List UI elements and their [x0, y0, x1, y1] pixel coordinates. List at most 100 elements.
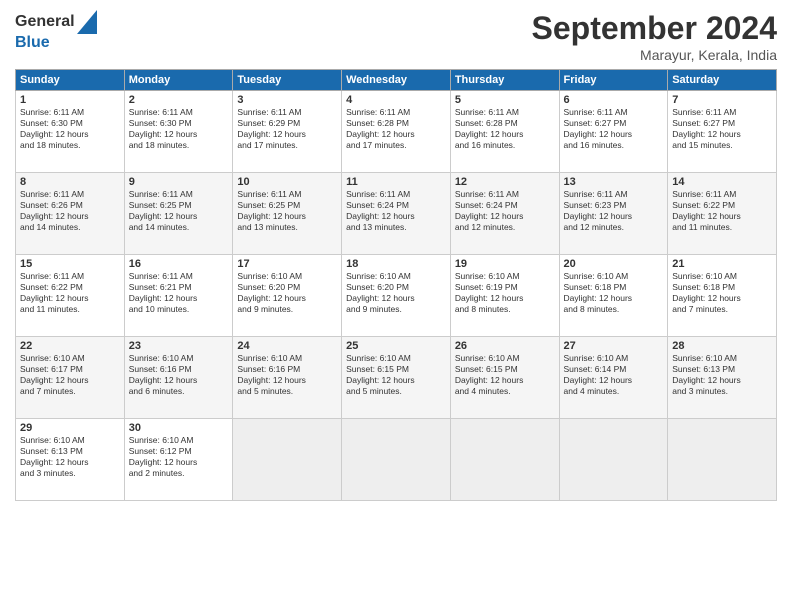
- day-info: Sunrise: 6:11 AM: [20, 189, 120, 200]
- day-info: and 5 minutes.: [237, 386, 337, 397]
- day-info: Daylight: 12 hours: [346, 211, 446, 222]
- day-info: Daylight: 12 hours: [564, 211, 664, 222]
- day-info: Sunrise: 6:10 AM: [672, 271, 772, 282]
- day-info: Sunrise: 6:10 AM: [129, 353, 229, 364]
- day-info: Sunrise: 6:11 AM: [564, 189, 664, 200]
- table-cell: 22Sunrise: 6:10 AMSunset: 6:17 PMDayligh…: [16, 337, 125, 419]
- day-info: Sunrise: 6:11 AM: [564, 107, 664, 118]
- day-info: Sunrise: 6:10 AM: [237, 271, 337, 282]
- day-number: 9: [129, 176, 229, 188]
- day-info: Sunrise: 6:10 AM: [20, 353, 120, 364]
- day-info: Daylight: 12 hours: [672, 129, 772, 140]
- table-cell: 14Sunrise: 6:11 AMSunset: 6:22 PMDayligh…: [668, 173, 777, 255]
- day-info: and 14 minutes.: [20, 222, 120, 233]
- day-info: and 2 minutes.: [129, 468, 229, 479]
- day-info: and 7 minutes.: [672, 304, 772, 315]
- day-number: 28: [672, 340, 772, 352]
- day-info: Sunrise: 6:11 AM: [129, 271, 229, 282]
- day-number: 7: [672, 94, 772, 106]
- day-number: 25: [346, 340, 446, 352]
- day-info: and 4 minutes.: [564, 386, 664, 397]
- day-info: and 10 minutes.: [129, 304, 229, 315]
- day-info: Sunset: 6:18 PM: [672, 282, 772, 293]
- day-info: Sunset: 6:23 PM: [564, 200, 664, 211]
- day-info: Daylight: 12 hours: [672, 293, 772, 304]
- day-info: Sunrise: 6:11 AM: [455, 107, 555, 118]
- day-info: Sunrise: 6:11 AM: [129, 107, 229, 118]
- day-number: 14: [672, 176, 772, 188]
- day-info: Daylight: 12 hours: [564, 375, 664, 386]
- day-info: and 4 minutes.: [455, 386, 555, 397]
- table-cell: 11Sunrise: 6:11 AMSunset: 6:24 PMDayligh…: [342, 173, 451, 255]
- table-cell: 5Sunrise: 6:11 AMSunset: 6:28 PMDaylight…: [450, 91, 559, 173]
- day-info: Sunset: 6:30 PM: [20, 118, 120, 129]
- day-info: Sunset: 6:16 PM: [129, 364, 229, 375]
- day-info: Sunrise: 6:10 AM: [129, 435, 229, 446]
- col-sunday: Sunday: [16, 70, 125, 91]
- day-info: and 3 minutes.: [20, 468, 120, 479]
- table-cell: 10Sunrise: 6:11 AMSunset: 6:25 PMDayligh…: [233, 173, 342, 255]
- location: Marayur, Kerala, India: [532, 47, 777, 63]
- day-number: 23: [129, 340, 229, 352]
- day-info: Daylight: 12 hours: [672, 211, 772, 222]
- day-info: Daylight: 12 hours: [455, 293, 555, 304]
- day-info: and 17 minutes.: [346, 140, 446, 151]
- day-info: and 16 minutes.: [564, 140, 664, 151]
- table-cell: 24Sunrise: 6:10 AMSunset: 6:16 PMDayligh…: [233, 337, 342, 419]
- day-info: Daylight: 12 hours: [20, 375, 120, 386]
- calendar-row: 22Sunrise: 6:10 AMSunset: 6:17 PMDayligh…: [16, 337, 777, 419]
- table-cell: [233, 419, 342, 501]
- calendar-table: Sunday Monday Tuesday Wednesday Thursday…: [15, 69, 777, 501]
- day-info: Sunset: 6:27 PM: [672, 118, 772, 129]
- table-cell: 9Sunrise: 6:11 AMSunset: 6:25 PMDaylight…: [124, 173, 233, 255]
- col-friday: Friday: [559, 70, 668, 91]
- day-number: 27: [564, 340, 664, 352]
- logo: General Blue: [15, 10, 97, 52]
- day-info: and 11 minutes.: [20, 304, 120, 315]
- day-info: Sunrise: 6:10 AM: [20, 435, 120, 446]
- day-info: Daylight: 12 hours: [237, 293, 337, 304]
- table-cell: 15Sunrise: 6:11 AMSunset: 6:22 PMDayligh…: [16, 255, 125, 337]
- logo-general: General: [15, 13, 75, 31]
- day-info: Sunrise: 6:11 AM: [20, 107, 120, 118]
- day-info: and 12 minutes.: [455, 222, 555, 233]
- day-info: and 11 minutes.: [672, 222, 772, 233]
- day-info: Daylight: 12 hours: [237, 129, 337, 140]
- day-info: Sunset: 6:27 PM: [564, 118, 664, 129]
- day-info: Sunrise: 6:10 AM: [346, 353, 446, 364]
- day-info: Daylight: 12 hours: [455, 375, 555, 386]
- table-cell: 7Sunrise: 6:11 AMSunset: 6:27 PMDaylight…: [668, 91, 777, 173]
- day-info: Daylight: 12 hours: [129, 129, 229, 140]
- day-number: 16: [129, 258, 229, 270]
- calendar-row: 29Sunrise: 6:10 AMSunset: 6:13 PMDayligh…: [16, 419, 777, 501]
- table-cell: 29Sunrise: 6:10 AMSunset: 6:13 PMDayligh…: [16, 419, 125, 501]
- calendar-row: 1Sunrise: 6:11 AMSunset: 6:30 PMDaylight…: [16, 91, 777, 173]
- table-cell: [668, 419, 777, 501]
- table-cell: 1Sunrise: 6:11 AMSunset: 6:30 PMDaylight…: [16, 91, 125, 173]
- day-info: and 18 minutes.: [129, 140, 229, 151]
- calendar-row: 8Sunrise: 6:11 AMSunset: 6:26 PMDaylight…: [16, 173, 777, 255]
- day-info: Sunrise: 6:11 AM: [20, 271, 120, 282]
- day-info: and 9 minutes.: [346, 304, 446, 315]
- day-info: Sunset: 6:24 PM: [346, 200, 446, 211]
- day-info: Sunset: 6:22 PM: [672, 200, 772, 211]
- day-info: Sunrise: 6:11 AM: [237, 189, 337, 200]
- day-number: 29: [20, 422, 120, 434]
- day-number: 20: [564, 258, 664, 270]
- day-info: Sunset: 6:29 PM: [237, 118, 337, 129]
- day-number: 3: [237, 94, 337, 106]
- day-number: 19: [455, 258, 555, 270]
- day-info: Sunset: 6:24 PM: [455, 200, 555, 211]
- day-info: Sunrise: 6:10 AM: [564, 353, 664, 364]
- day-info: Sunset: 6:15 PM: [455, 364, 555, 375]
- day-info: Sunrise: 6:10 AM: [564, 271, 664, 282]
- day-info: Sunset: 6:21 PM: [129, 282, 229, 293]
- day-info: Daylight: 12 hours: [237, 375, 337, 386]
- day-number: 24: [237, 340, 337, 352]
- day-number: 10: [237, 176, 337, 188]
- day-info: Sunset: 6:26 PM: [20, 200, 120, 211]
- day-info: Daylight: 12 hours: [346, 129, 446, 140]
- header: General Blue September 2024 Marayur, Ker…: [15, 10, 777, 63]
- day-info: Daylight: 12 hours: [455, 211, 555, 222]
- day-info: Daylight: 12 hours: [20, 211, 120, 222]
